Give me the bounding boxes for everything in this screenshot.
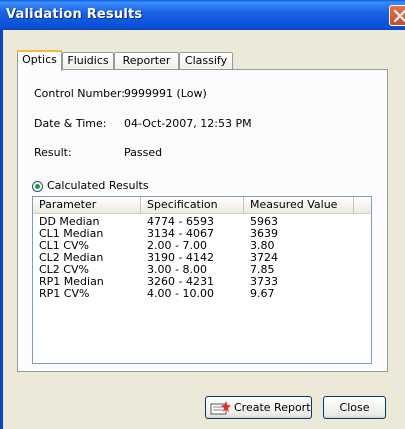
tab-label: Optics — [22, 53, 57, 66]
optics-panel: Control Number: 9999991 (Low) Date & Tim… — [17, 69, 388, 372]
tab-label: Reporter — [122, 54, 171, 67]
list-header: Parameter Specification Measured Value — [33, 197, 371, 214]
report-icon — [210, 401, 231, 415]
specification-cell: 4.00 - 10.00 — [147, 287, 214, 300]
window-frame-left — [0, 30, 3, 429]
title-bar[interactable]: Validation Results — [0, 0, 405, 30]
tab-label: Classify — [184, 54, 228, 67]
parameter-cell: RP1 CV% — [39, 287, 90, 300]
calculated-results-label[interactable]: Calculated Results — [47, 179, 149, 192]
result-label: Result: — [34, 146, 72, 159]
datetime-label: Date & Time: — [34, 117, 107, 130]
window-title: Validation Results — [6, 7, 143, 22]
create-report-button[interactable]: Create Report — [205, 396, 312, 419]
measured-value-cell: 9.67 — [250, 287, 275, 300]
create-report-label: Create Report — [234, 401, 311, 414]
tab-fluidics[interactable]: Fluidics — [62, 52, 114, 69]
control-number-label: Control Number: — [34, 87, 125, 100]
close-window-button[interactable] — [389, 5, 405, 26]
column-header-measured-value[interactable]: Measured Value — [244, 197, 354, 213]
column-header-parameter[interactable]: Parameter — [33, 197, 141, 213]
close-label: Close — [339, 401, 370, 414]
results-list[interactable]: Parameter Specification Measured Value D… — [32, 196, 372, 364]
control-number-value: 9999991 (Low) — [124, 87, 207, 100]
tab-classify[interactable]: Classify — [179, 52, 233, 69]
close-button[interactable]: Close — [323, 396, 386, 419]
datetime-value: 04-Oct-2007, 12:53 PM — [124, 117, 252, 130]
table-row[interactable]: RP1 CV% 4.00 - 10.00 9.67 — [33, 288, 371, 300]
tab-label: Fluidics — [67, 54, 109, 67]
column-header-specification[interactable]: Specification — [141, 197, 244, 213]
calculated-results-radio[interactable] — [32, 181, 43, 192]
result-value: Passed — [124, 146, 163, 159]
close-icon — [394, 10, 405, 22]
tab-optics[interactable]: Optics — [17, 50, 62, 71]
tab-reporter[interactable]: Reporter — [114, 52, 179, 69]
